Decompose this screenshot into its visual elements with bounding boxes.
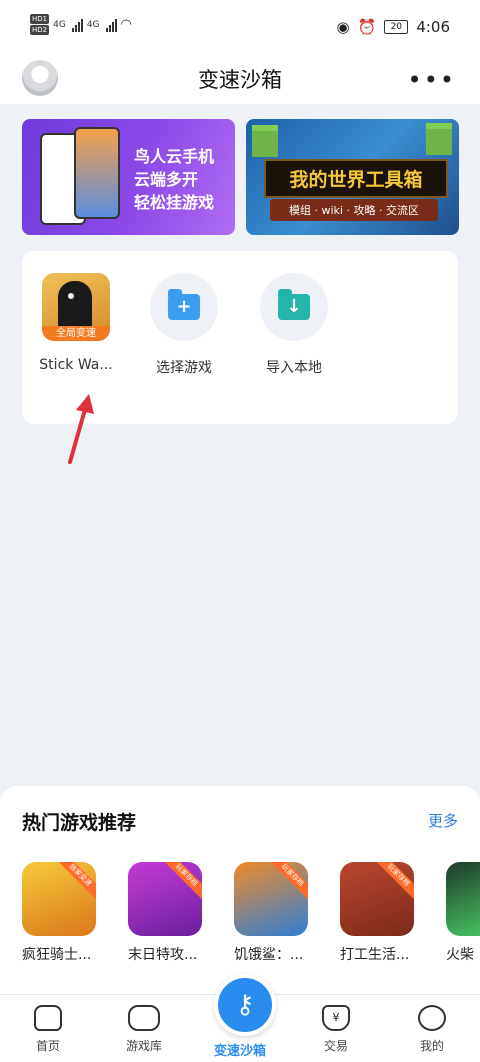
network-type-2: 4G [86,19,100,30]
game-card[interactable]: 玩家存档 打工生活... [340,862,420,964]
app-header: 变速沙箱 ••• [0,56,480,104]
stickman-game-icon [446,862,480,936]
nav-speed-sandbox-button[interactable]: ⚷ [214,974,276,1036]
home-icon [34,1005,62,1031]
grass-block-icon [426,123,452,155]
more-icon[interactable]: ••• [408,66,456,94]
eye-icon: ◉ [336,18,350,36]
game-badge: 玩家存档 [268,862,308,900]
nav-label: 我的 [419,1039,444,1053]
banner-minecraft-subtitle: 模组 · wiki · 攻略 · 交流区 [270,199,438,221]
gamepad-icon [128,1005,160,1031]
zombie-game-icon: 玩家存档 [128,862,202,936]
battery-icon: 20 [384,20,409,34]
game-stick-war[interactable]: 全局变速 Stick Wa... [28,273,124,373]
game-card[interactable]: 独家变速 疯狂骑士... [22,862,102,964]
signal-icon [71,18,83,32]
section-title: 热门游戏推荐 [22,812,137,834]
banner-cloud-phone[interactable]: 鸟人云手机 云端多开 轻松挂游戏 [22,119,235,235]
nav-game-library[interactable]: 游戏库 [104,1005,184,1054]
alarm-icon: ⏰ [357,18,377,36]
game-badge: 玩家存档 [162,862,202,900]
speed-tag: 全局变速 [42,326,110,341]
phone-image [74,127,120,219]
system-indicators: ◉ ⏰ 20 4:06 [337,18,450,36]
select-game-label: 选择游戏 [156,360,212,376]
grass-block-icon [252,125,278,157]
shark-game-icon: 玩家存档 [234,862,308,936]
add-folder-icon: + [150,273,218,341]
treasure-chest-icon: 独家变速 [22,862,96,936]
game-badge: 独家变速 [56,862,96,900]
game-card[interactable]: 玩家存档 末日特攻... [128,862,208,964]
nav-label: 首页 [35,1039,60,1053]
nav-home[interactable]: 首页 [8,1005,88,1054]
network-indicators: HD1 HD2 4G 4G ◠ [30,14,132,35]
nav-label: 游戏库 [125,1039,162,1053]
hd1-indicator: HD1 [30,14,50,24]
profile-icon [418,1005,446,1031]
import-folder-icon: ↓ [260,273,328,341]
nav-speed-sandbox-label: 变速沙箱 [213,1044,266,1059]
money-bag-icon: ¥ [322,1005,350,1031]
worker-game-icon: 玩家存档 [340,862,414,936]
game-name: 末日特攻... [128,947,198,963]
game-name: 打工生活... [340,947,410,963]
import-local-label: 导入本地 [266,360,322,376]
clock: 4:06 [416,18,450,36]
stick-war-icon: 全局变速 [42,273,110,341]
game-name: 疯狂骑士... [22,947,92,963]
select-game-button[interactable]: + 选择游戏 [136,273,232,376]
game-label: Stick Wa... [39,357,113,373]
import-local-button[interactable]: ↓ 导入本地 [246,273,342,376]
hot-games-section: 热门游戏推荐 更多 独家变速 疯狂骑士... 玩家存档 末日特攻... 玩家存档… [0,786,480,996]
network-type-1: 4G [53,19,66,30]
nav-trade[interactable]: ¥ 交易 [296,1005,376,1054]
annotation-arrow-icon [68,394,94,464]
game-card[interactable]: 火柴 [446,862,480,964]
key-icon: ⚷ [235,990,255,1020]
signal-icon [105,18,117,32]
game-name: 火柴 [446,947,474,963]
game-badge: 玩家存档 [374,862,414,900]
nav-mine[interactable]: 我的 [392,1005,472,1054]
hd2-indicator: HD2 [30,25,50,35]
status-bar: HD1 HD2 4G 4G ◠ ◉ ⏰ 20 4:06 [0,0,480,56]
banner-minecraft-toolbox[interactable]: 我的世界工具箱 模组 · wiki · 攻略 · 交流区 [246,119,459,235]
nav-label: 交易 [323,1039,348,1053]
wifi-icon: ◠ [120,17,132,32]
more-link[interactable]: 更多 [428,810,458,831]
banner-cloud-phone-text: 鸟人云手机 云端多开 轻松挂游戏 [134,147,215,212]
game-name: 饥饿鲨：... [234,947,304,963]
banner-minecraft-title: 我的世界工具箱 [264,159,448,198]
game-card[interactable]: 玩家存档 饥饿鲨：... [234,862,314,964]
